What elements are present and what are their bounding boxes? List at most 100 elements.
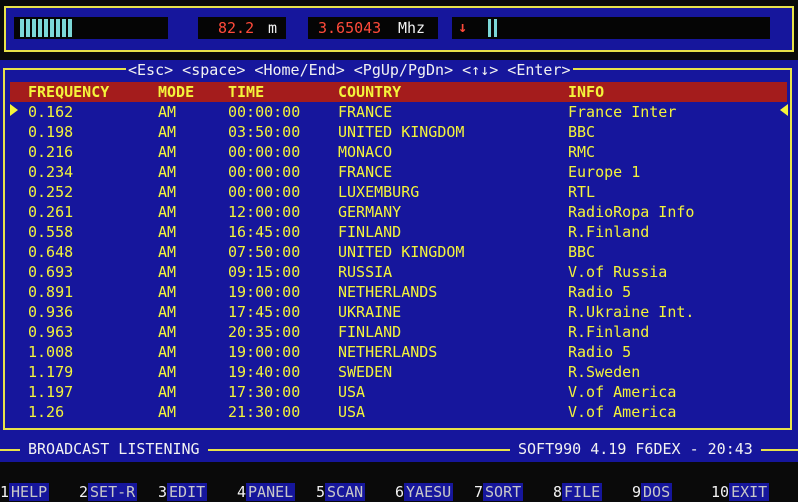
cell-time: 03:50:00 <box>228 123 301 141</box>
cell-mode: AM <box>158 243 177 261</box>
cell-time: 09:15:00 <box>228 263 301 281</box>
table-row[interactable]: 1.008 AM 19:00:00 NETHERLANDS Radio 5 <box>10 342 787 362</box>
cell-country: FINLAND <box>338 323 402 341</box>
cell-frequency: 0.693 <box>28 263 74 281</box>
function-key-number: 6 <box>395 483 405 501</box>
wavelength-value: 82.2 <box>218 19 255 37</box>
cell-time: 07:50:00 <box>228 243 301 261</box>
table-row[interactable]: 0.558 AM 16:45:00 FINLAND R.Finland <box>10 222 787 242</box>
cell-frequency: 0.963 <box>28 323 74 341</box>
cell-mode: AM <box>158 203 177 221</box>
signal-bar-segment <box>20 19 24 37</box>
column-header-frequency[interactable]: FREQUENCY <box>28 83 109 101</box>
cell-frequency: 1.008 <box>28 343 74 361</box>
cell-mode: AM <box>158 343 177 361</box>
cell-info: France Inter <box>568 103 677 121</box>
function-key-exit[interactable]: 10 EXIT <box>711 482 770 502</box>
signal-bar-segment <box>50 19 54 37</box>
table-row[interactable]: 1.197 AM 17:30:00 USA V.of America <box>10 382 787 402</box>
function-key-set-r[interactable]: 2 SET-R <box>79 482 138 502</box>
table-row[interactable]: 1.179 AM 19:40:00 SWEDEN R.Sweden <box>10 362 787 382</box>
cell-time: 19:00:00 <box>228 343 301 361</box>
function-key-panel[interactable]: 4 PANEL <box>237 482 296 502</box>
function-key-edit[interactable]: 3 EDIT <box>158 482 208 502</box>
tuning-arrow-icon: ↓ <box>458 18 468 36</box>
cell-frequency: 0.261 <box>28 203 74 221</box>
column-header-info[interactable]: INFO <box>568 83 604 101</box>
signal-bar-segment <box>26 19 30 37</box>
cell-info: V.of America <box>568 383 677 401</box>
cell-frequency: 0.648 <box>28 243 74 261</box>
function-key-scan[interactable]: 5 SCAN <box>316 482 366 502</box>
frequency-display: 3.65043 Mhz <box>308 17 438 39</box>
function-key-number: 1 <box>0 483 10 501</box>
cell-info: Radio 5 <box>568 283 632 301</box>
cell-time: 00:00:00 <box>228 143 301 161</box>
cell-info: Europe 1 <box>568 163 641 181</box>
signal-bar-segment <box>56 19 60 37</box>
cell-frequency: 0.216 <box>28 143 74 161</box>
status-line: BROADCAST LISTENING SOFT990 4.19 F6DEX -… <box>0 438 798 460</box>
column-header-country[interactable]: COUNTRY <box>338 83 401 101</box>
cell-country: RUSSIA <box>338 263 393 281</box>
table-row[interactable]: 0.234 AM 00:00:00 FRANCE Europe 1 <box>10 162 787 182</box>
function-key-file[interactable]: 8 FILE <box>553 482 603 502</box>
signal-bar-segment <box>38 19 42 37</box>
cell-country: USA <box>338 403 366 421</box>
table-row[interactable]: 1.26 AM 21:30:00 USA V.of America <box>10 402 787 422</box>
table-header: FREQUENCY MODE TIME COUNTRY INFO <box>10 82 787 102</box>
table-row[interactable]: 0.261 AM 12:00:00 GERMANY RadioRopa Info <box>10 202 787 222</box>
cell-info: Radio 5 <box>568 343 632 361</box>
cell-frequency: 1.179 <box>28 363 74 381</box>
cell-frequency: 0.936 <box>28 303 74 321</box>
table-row[interactable]: 0.891 AM 19:00:00 NETHERLANDS Radio 5 <box>10 282 787 302</box>
function-key-label: FILE <box>562 483 603 501</box>
function-key-number: 9 <box>632 483 642 501</box>
tuning-indicator: ↓ <box>452 17 770 39</box>
cell-info: BBC <box>568 123 596 141</box>
column-header-time[interactable]: TIME <box>228 83 264 101</box>
table-row[interactable]: 0.648 AM 07:50:00 UNITED KINGDOM BBC <box>10 242 787 262</box>
cell-country: USA <box>338 383 366 401</box>
cell-mode: AM <box>158 283 177 301</box>
function-key-number: 7 <box>474 483 484 501</box>
function-key-help[interactable]: 1 HELP <box>0 482 50 502</box>
table-row[interactable]: 0.216 AM 00:00:00 MONACO RMC <box>10 142 787 162</box>
cell-time: 20:35:00 <box>228 323 301 341</box>
function-key-dos[interactable]: 9 DOS <box>632 482 673 502</box>
cell-frequency: 0.198 <box>28 123 74 141</box>
table-row[interactable]: 0.936 AM 17:45:00 UKRAINE R.Ukraine Int. <box>10 302 787 322</box>
cell-country: FINLAND <box>338 223 402 241</box>
cell-country: UKRAINE <box>338 303 402 321</box>
table-row[interactable]: 0.963 AM 20:35:00 FINLAND R.Finland <box>10 322 787 342</box>
function-key-yaesu[interactable]: 6 YAESU <box>395 482 454 502</box>
signal-bar-segment <box>68 19 72 37</box>
function-key-sort[interactable]: 7 SORT <box>474 482 524 502</box>
mode-label: BROADCAST LISTENING <box>20 440 208 458</box>
table-row[interactable]: 0.693 AM 09:15:00 RUSSIA V.of Russia <box>10 262 787 282</box>
cell-country: FRANCE <box>338 103 393 121</box>
cell-mode: AM <box>158 323 177 341</box>
cell-mode: AM <box>158 383 177 401</box>
cell-frequency: 0.891 <box>28 283 74 301</box>
cell-country: GERMANY <box>338 203 402 221</box>
top-status-bar: 82.2 m 3.65043 Mhz ↓ <box>0 0 798 60</box>
cell-info: V.of America <box>568 403 677 421</box>
function-key-label: PANEL <box>246 483 296 501</box>
cell-mode: AM <box>158 103 177 121</box>
table-row[interactable]: 0.198 AM 03:50:00 UNITED KINGDOM BBC <box>10 122 787 142</box>
function-key-number: 3 <box>158 483 168 501</box>
function-key-label: DOS <box>641 483 673 501</box>
cell-info: R.Sweden <box>568 363 641 381</box>
function-key-label: EDIT <box>167 483 208 501</box>
cell-country: UNITED KINGDOM <box>338 243 465 261</box>
table-row[interactable]: 0.252 AM 00:00:00 LUXEMBURG RTL <box>10 182 787 202</box>
tuning-marker <box>494 19 497 37</box>
cell-country: NETHERLANDS <box>338 283 438 301</box>
function-key-number: 4 <box>237 483 247 501</box>
function-key-number: 10 <box>711 483 730 501</box>
cell-frequency: 0.234 <box>28 163 74 181</box>
table-row[interactable]: 0.162 AM 00:00:00 FRANCE France Inter <box>10 102 787 122</box>
function-key-label: SCAN <box>325 483 366 501</box>
column-header-mode[interactable]: MODE <box>158 83 194 101</box>
